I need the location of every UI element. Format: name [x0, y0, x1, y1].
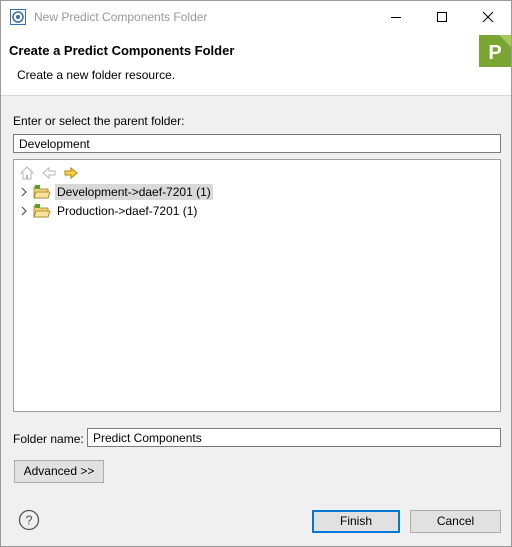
page-description: Create a new folder resource.	[17, 68, 176, 82]
svg-text:?: ?	[25, 513, 32, 528]
parent-folder-input[interactable]: Development	[13, 134, 501, 153]
window-title: New Predict Components Folder	[34, 10, 208, 24]
tree-item-production[interactable]: Production->daef-7201 (1)	[19, 202, 219, 220]
folder-name-label: Folder name:	[13, 432, 84, 446]
banner-letter: P	[488, 42, 501, 64]
close-icon	[482, 11, 494, 23]
advanced-button[interactable]: Advanced >>	[14, 460, 104, 483]
chevron-right-icon[interactable]	[19, 186, 29, 198]
back-icon[interactable]	[41, 165, 57, 181]
chevron-right-icon[interactable]	[19, 205, 29, 217]
finish-button[interactable]: Finish	[312, 510, 400, 533]
predict-banner-icon: P	[479, 35, 511, 67]
page-title: Create a Predict Components Folder	[9, 43, 235, 58]
maximize-button[interactable]	[419, 1, 465, 33]
wizard-header: Create a Predict Components Folder Creat…	[1, 33, 511, 96]
forward-icon[interactable]	[63, 165, 79, 181]
title-bar: New Predict Components Folder	[1, 1, 511, 33]
close-button[interactable]	[465, 1, 511, 33]
folder-icon	[33, 204, 51, 218]
folder-name-input[interactable]: Predict Components	[87, 428, 501, 447]
folder-icon	[33, 185, 51, 199]
maximize-icon	[437, 12, 447, 22]
tree-item-label: Development->daef-7201 (1)	[55, 184, 213, 200]
dialog-window: New Predict Components Folder Create a P…	[0, 0, 512, 547]
minimize-button[interactable]	[373, 1, 419, 33]
app-icon	[10, 9, 26, 25]
parent-folder-label: Enter or select the parent folder:	[13, 114, 185, 128]
cancel-button[interactable]: Cancel	[410, 510, 501, 533]
tree-item-label: Production->daef-7201 (1)	[57, 204, 198, 218]
tree-item-development[interactable]: Development->daef-7201 (1)	[19, 183, 219, 201]
home-icon[interactable]	[19, 165, 35, 181]
help-icon[interactable]: ?	[18, 509, 40, 531]
folder-tree[interactable]: Development->daef-7201 (1) Production->d…	[13, 159, 501, 412]
minimize-icon	[391, 17, 401, 18]
